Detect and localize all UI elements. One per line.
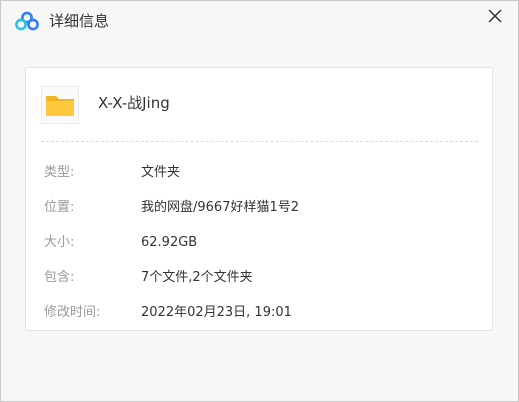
detail-value: 7个文件,2个文件夹 [141, 270, 253, 285]
cloud-logo-icon [15, 11, 39, 31]
detail-row-location: 位置: 我的网盘/9667好样猫1号2 [44, 197, 474, 219]
title-bar: 详细信息 [1, 1, 518, 41]
detail-label: 类型: [44, 165, 75, 180]
detail-value: 我的网盘/9667好样猫1号2 [141, 200, 300, 215]
detail-row-modified: 修改时间: 2022年02月23日, 19:01 [44, 302, 474, 324]
details-dialog: 详细信息 X-X-战Jing 类型: 文件夹 位置: 我的网盘/9667好样猫1… [0, 0, 519, 402]
detail-label: 包含: [44, 270, 75, 285]
detail-row-type: 类型: 文件夹 [44, 162, 474, 184]
detail-value: 文件夹 [141, 165, 181, 180]
dialog-title: 详细信息 [49, 12, 110, 30]
detail-value: 2022年02月23日, 19:01 [141, 305, 292, 320]
detail-label: 修改时间: [44, 305, 101, 320]
close-icon[interactable] [484, 5, 506, 27]
detail-value: 62.92GB [141, 235, 198, 250]
detail-row-contents: 包含: 7个文件,2个文件夹 [44, 267, 474, 289]
folder-name: X-X-战Jing [98, 94, 170, 112]
details-card: X-X-战Jing 类型: 文件夹 位置: 我的网盘/9667好样猫1号2 大小… [25, 67, 493, 331]
detail-label: 大小: [44, 235, 75, 250]
detail-label: 位置: [44, 200, 75, 215]
folder-icon [41, 86, 79, 124]
divider [41, 141, 478, 142]
detail-row-size: 大小: 62.92GB [44, 232, 474, 254]
